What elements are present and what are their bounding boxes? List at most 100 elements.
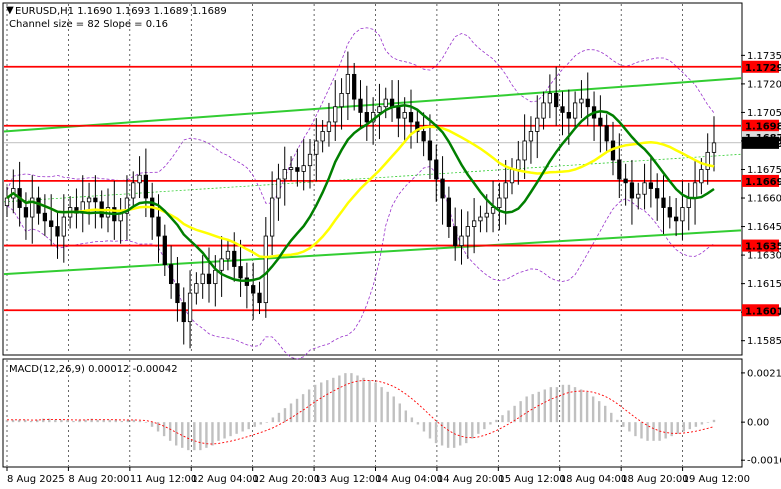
candle-body [314, 140, 319, 155]
macd-bar [271, 417, 275, 423]
candle-body [642, 182, 647, 195]
macd-bar [150, 422, 154, 427]
candle-body [680, 207, 685, 222]
candle-body [396, 106, 401, 119]
candle-body [61, 216, 66, 237]
candle-body [23, 207, 29, 218]
candle-body [156, 216, 161, 237]
candle-body [402, 112, 407, 119]
macd-bar [428, 422, 432, 439]
macd-bar [465, 422, 468, 444]
macd-bar [459, 422, 462, 446]
macd-bar [211, 422, 214, 446]
macd-bar [422, 422, 426, 432]
macd-bar [253, 422, 256, 427]
macd-bar [398, 403, 401, 423]
macd-bar [199, 422, 202, 451]
macd-bar [66, 419, 69, 423]
candle-body [503, 182, 508, 199]
macd-bar [567, 384, 571, 423]
macd-bar [513, 405, 516, 423]
candle-body [617, 159, 622, 180]
macd-bar [507, 410, 510, 423]
macd-bar [162, 422, 166, 437]
candle-body [86, 197, 92, 203]
candle-body [213, 269, 218, 285]
candle-body [206, 273, 212, 285]
macd-bar [591, 396, 595, 423]
x-tick-label: 13 Aug 12:00 [314, 474, 381, 485]
macd-bar [555, 387, 559, 423]
candle-body [667, 207, 672, 218]
x-tick-label: 12 Aug 04:00 [191, 474, 258, 485]
candle-body [219, 258, 224, 271]
macd-bar [120, 420, 124, 423]
candle-body [699, 169, 704, 184]
time-axis: 8 Aug 2025 8 Aug 20:00 11 Aug 12:0012 Aug … [6, 467, 750, 485]
y-tick-label: 1.1675 [747, 165, 781, 176]
macd-bar [241, 422, 244, 432]
candle-body [339, 93, 344, 108]
x-tick-label: 14 Aug 04:00 [376, 474, 443, 485]
x-tick-label: 18 Aug 20:00 [621, 474, 688, 485]
candle-body [579, 98, 584, 104]
macd-bar [434, 422, 438, 444]
candle-body [263, 235, 268, 304]
macd-bar [452, 422, 456, 448]
current-price-tag: 1.1689 [745, 139, 781, 150]
macd-bar [54, 419, 57, 423]
candle-body [604, 125, 609, 142]
macd-bar [573, 387, 577, 423]
macd-y-label: 0.00 [747, 418, 769, 429]
macd-bar [283, 408, 287, 423]
candle-body [459, 235, 464, 246]
macd-bar [676, 422, 679, 434]
macd-bar [477, 422, 480, 434]
candle-body [301, 165, 306, 172]
macd-bar [549, 387, 553, 423]
macd-bar [90, 418, 93, 423]
candle-body [541, 102, 546, 119]
macd-bar [295, 398, 299, 423]
macd-bar [561, 384, 565, 423]
macd-bar [350, 373, 353, 423]
candle-body [497, 197, 502, 208]
candle-body [661, 197, 666, 208]
candle-body [269, 197, 275, 237]
candle-body [143, 174, 149, 199]
collapse-icon[interactable]: ▼ [6, 5, 14, 16]
macd-bar [404, 410, 408, 423]
candle-body [4, 197, 10, 207]
macd-bar [706, 422, 710, 423]
macd-bar [356, 375, 359, 423]
macd-bar [96, 419, 99, 423]
macd-bar [416, 422, 420, 425]
macd-bar [229, 422, 232, 437]
candle-body [320, 131, 325, 142]
candle-body [673, 216, 679, 222]
candle-body [528, 131, 534, 142]
candle-body [55, 226, 60, 237]
candle-body [251, 285, 256, 294]
macd-bar [537, 391, 540, 423]
macd-bar [277, 412, 281, 423]
candle-body [427, 140, 433, 161]
candle-body [408, 112, 414, 123]
macd-bar [682, 422, 685, 432]
macd-bar [29, 420, 33, 423]
macd-bar [301, 394, 305, 423]
y-tick-label: 1.1720 [747, 79, 781, 90]
macd-bar [531, 394, 534, 423]
candle-body [705, 151, 710, 170]
macd-bar [616, 419, 619, 423]
macd-bar [156, 422, 160, 432]
candle-body [522, 140, 527, 161]
macd-bar [446, 422, 450, 448]
candle-body [307, 153, 313, 167]
macd-bar [622, 422, 625, 427]
candle-body [434, 159, 439, 180]
macd-bar [585, 391, 589, 423]
macd-bar [72, 420, 75, 423]
level-tag: 1.1729 [745, 63, 781, 74]
candle-body [465, 226, 470, 237]
